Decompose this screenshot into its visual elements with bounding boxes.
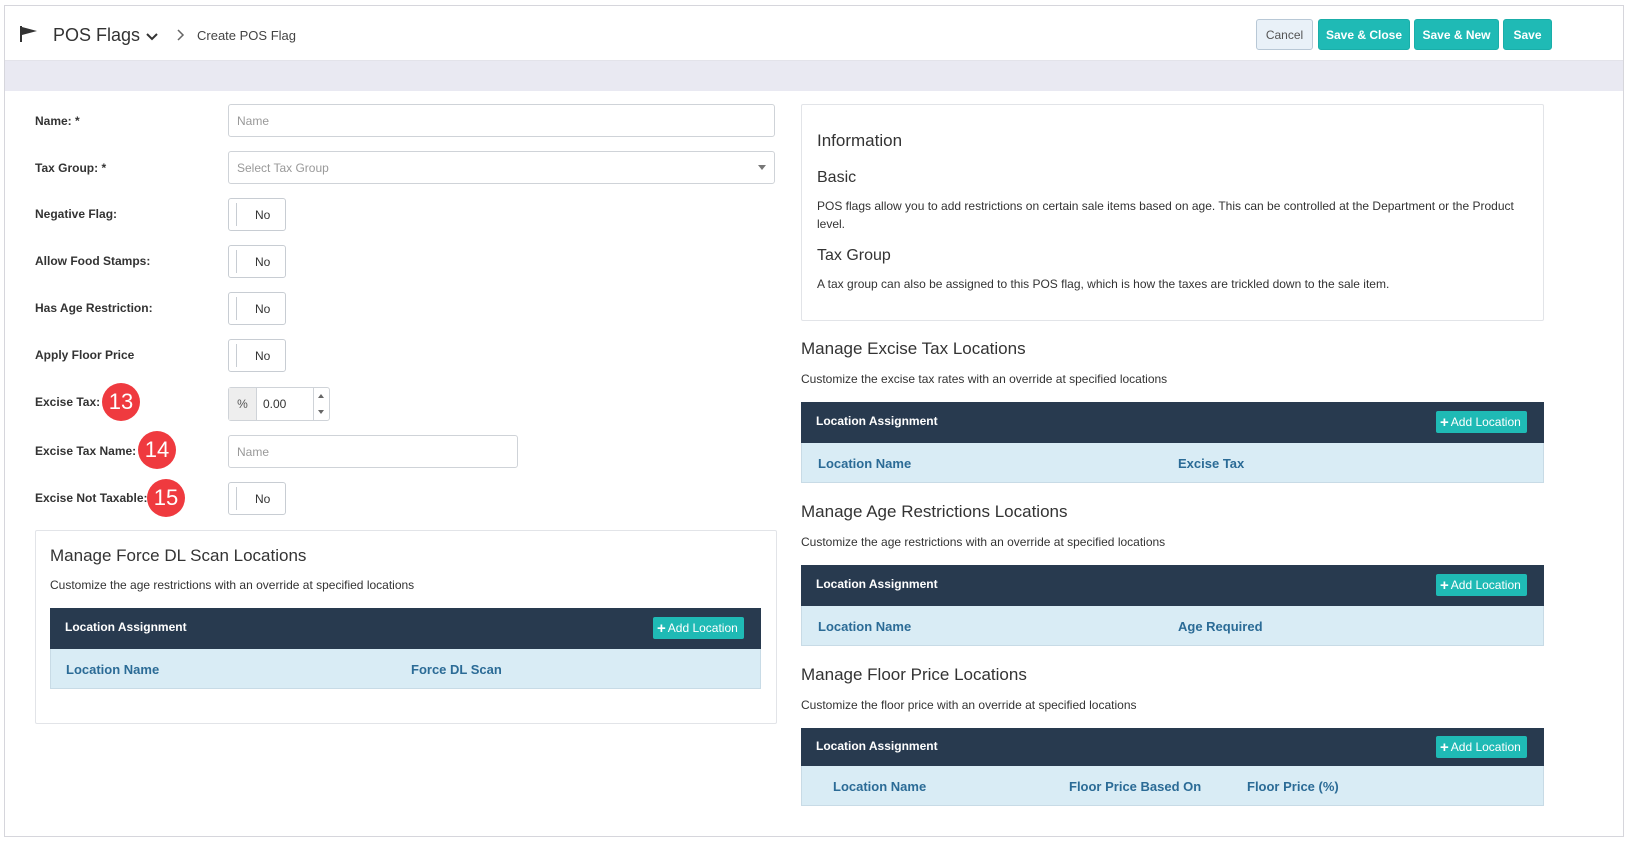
name-label: Name: * [35,114,80,128]
top-bar: POS Flags Create POS Flag Cancel Save & … [5,6,1623,61]
age-locations-subtitle: Customize the age restrictions with an o… [801,535,1166,549]
negative-flag-toggle[interactable]: No [228,198,286,231]
column-header[interactable]: Excise Tax [1178,456,1244,471]
allow-food-stamps-toggle[interactable]: No [228,245,286,278]
apply-floor-price-label: Apply Floor Price [35,348,135,362]
save-button[interactable]: Save [1503,19,1552,50]
excise-grid-columns: Location Name Excise Tax [801,443,1544,483]
column-header[interactable]: Floor Price Based On [1069,779,1201,794]
plus-icon: + [1440,738,1449,756]
plus-icon: + [657,619,666,637]
force-dl-panel: Manage Force DL Scan Locations Customize… [35,530,777,724]
dropdown-caret-icon [758,165,766,170]
add-location-label: Add Location [1450,740,1521,754]
add-location-button[interactable]: + Add Location [1436,736,1527,758]
spinner-up-icon[interactable] [318,394,324,398]
excise-tax-label: Excise Tax: [35,395,101,409]
callout-badge-15: 15 [147,479,185,517]
number-spinner[interactable] [313,388,329,420]
force-dl-grid-header: Location Assignment + Add Location [50,608,761,649]
tax-group-label: Tax Group: * [35,161,107,175]
column-header[interactable]: Location Name [818,456,911,471]
floor-locations-subtitle: Customize the floor price with an overri… [801,698,1137,712]
toggle-handle [236,250,242,273]
toggle-handle [236,487,242,510]
add-location-button[interactable]: + Add Location [1436,411,1527,433]
toggle-value: No [255,255,271,269]
toggle-value: No [255,349,271,363]
column-header[interactable]: Force DL Scan [411,662,502,677]
grid-title: Location Assignment [65,620,187,634]
has-age-restriction-label: Has Age Restriction: [35,301,153,315]
tax-group-text: A tax group can also be assigned to this… [817,277,1390,291]
information-title: Information [817,131,903,150]
allow-food-stamps-label: Allow Food Stamps: [35,254,151,268]
plus-icon: + [1440,576,1449,594]
information-panel: Information Basic POS flags allow you to… [801,104,1544,321]
floor-locations-title: Manage Floor Price Locations [801,665,1027,684]
column-header[interactable]: Location Name [818,619,911,634]
excise-tax-input[interactable]: % 0.00 [228,387,330,421]
add-location-button[interactable]: + Add Location [1436,574,1527,596]
floor-grid-header: Location Assignment + Add Location [801,728,1544,766]
toggle-value: No [255,302,271,316]
negative-flag-label: Negative Flag: [35,207,118,221]
spinner-down-icon[interactable] [318,410,324,414]
age-grid-columns: Location Name Age Required [801,606,1544,646]
excise-not-taxable-label: Excise Not Taxable: [35,491,148,505]
tax-group-title: Tax Group [817,247,891,264]
column-header[interactable]: Floor Price (%) [1247,779,1339,794]
module-title[interactable]: POS Flags [53,25,140,46]
excise-tax-name-label: Excise Tax Name: [35,444,137,458]
age-grid-header: Location Assignment + Add Location [801,565,1544,606]
excise-locations-subtitle: Customize the excise tax rates with an o… [801,372,1168,386]
excise-not-taxable-toggle[interactable]: No [228,482,286,515]
chevron-right-icon [177,29,185,41]
tax-group-select[interactable]: Select Tax Group [228,151,775,184]
force-dl-subtitle: Customize the age restrictions with an o… [50,578,415,592]
column-header[interactable]: Age Required [1178,619,1263,634]
apply-floor-price-toggle[interactable]: No [228,339,286,372]
form-content: Name: * Name Tax Group: * Select Tax Gro… [17,98,1613,836]
toggle-handle [236,344,242,367]
floor-grid-columns: Location Name Floor Price Based On Floor… [801,766,1544,806]
toggle-handle [236,297,242,320]
force-dl-grid-columns: Location Name Force DL Scan [50,649,761,689]
add-location-label: Add Location [1450,578,1521,592]
grid-title: Location Assignment [816,577,938,591]
has-age-restriction-toggle[interactable]: No [228,292,286,325]
column-header[interactable]: Location Name [833,779,926,794]
add-location-label: Add Location [667,621,738,635]
grid-title: Location Assignment [816,414,938,428]
cancel-button[interactable]: Cancel [1256,19,1313,50]
plus-icon: + [1440,413,1449,431]
chevron-down-icon[interactable] [145,30,159,44]
add-location-label: Add Location [1450,415,1521,429]
add-location-button[interactable]: + Add Location [653,617,744,639]
basic-text: POS flags allow you to add restrictions … [817,199,1514,231]
excise-grid-header: Location Assignment + Add Location [801,402,1544,443]
column-header[interactable]: Location Name [66,662,159,677]
force-dl-title: Manage Force DL Scan Locations [50,546,307,565]
toggle-handle [236,203,242,226]
callout-badge-14: 14 [138,431,176,469]
callout-badge-13: 13 [102,383,140,421]
toggle-value: No [255,208,271,222]
basic-title: Basic [817,169,857,186]
header-band [5,61,1623,91]
tax-group-placeholder: Select Tax Group [237,160,329,175]
toggle-value: No [255,492,271,506]
save-new-button[interactable]: Save & New [1414,19,1499,50]
name-input[interactable]: Name [228,104,775,137]
save-close-button[interactable]: Save & Close [1318,19,1410,50]
grid-title: Location Assignment [816,739,938,753]
percent-addon: % [229,388,257,420]
excise-tax-value: 0.00 [263,397,287,411]
excise-locations-title: Manage Excise Tax Locations [801,339,1026,358]
flag-icon [20,26,37,42]
age-locations-title: Manage Age Restrictions Locations [801,502,1068,521]
excise-tax-name-input[interactable]: Name [228,435,518,468]
breadcrumb-current: Create POS Flag [197,28,296,43]
app-window: POS Flags Create POS Flag Cancel Save & … [4,5,1624,837]
